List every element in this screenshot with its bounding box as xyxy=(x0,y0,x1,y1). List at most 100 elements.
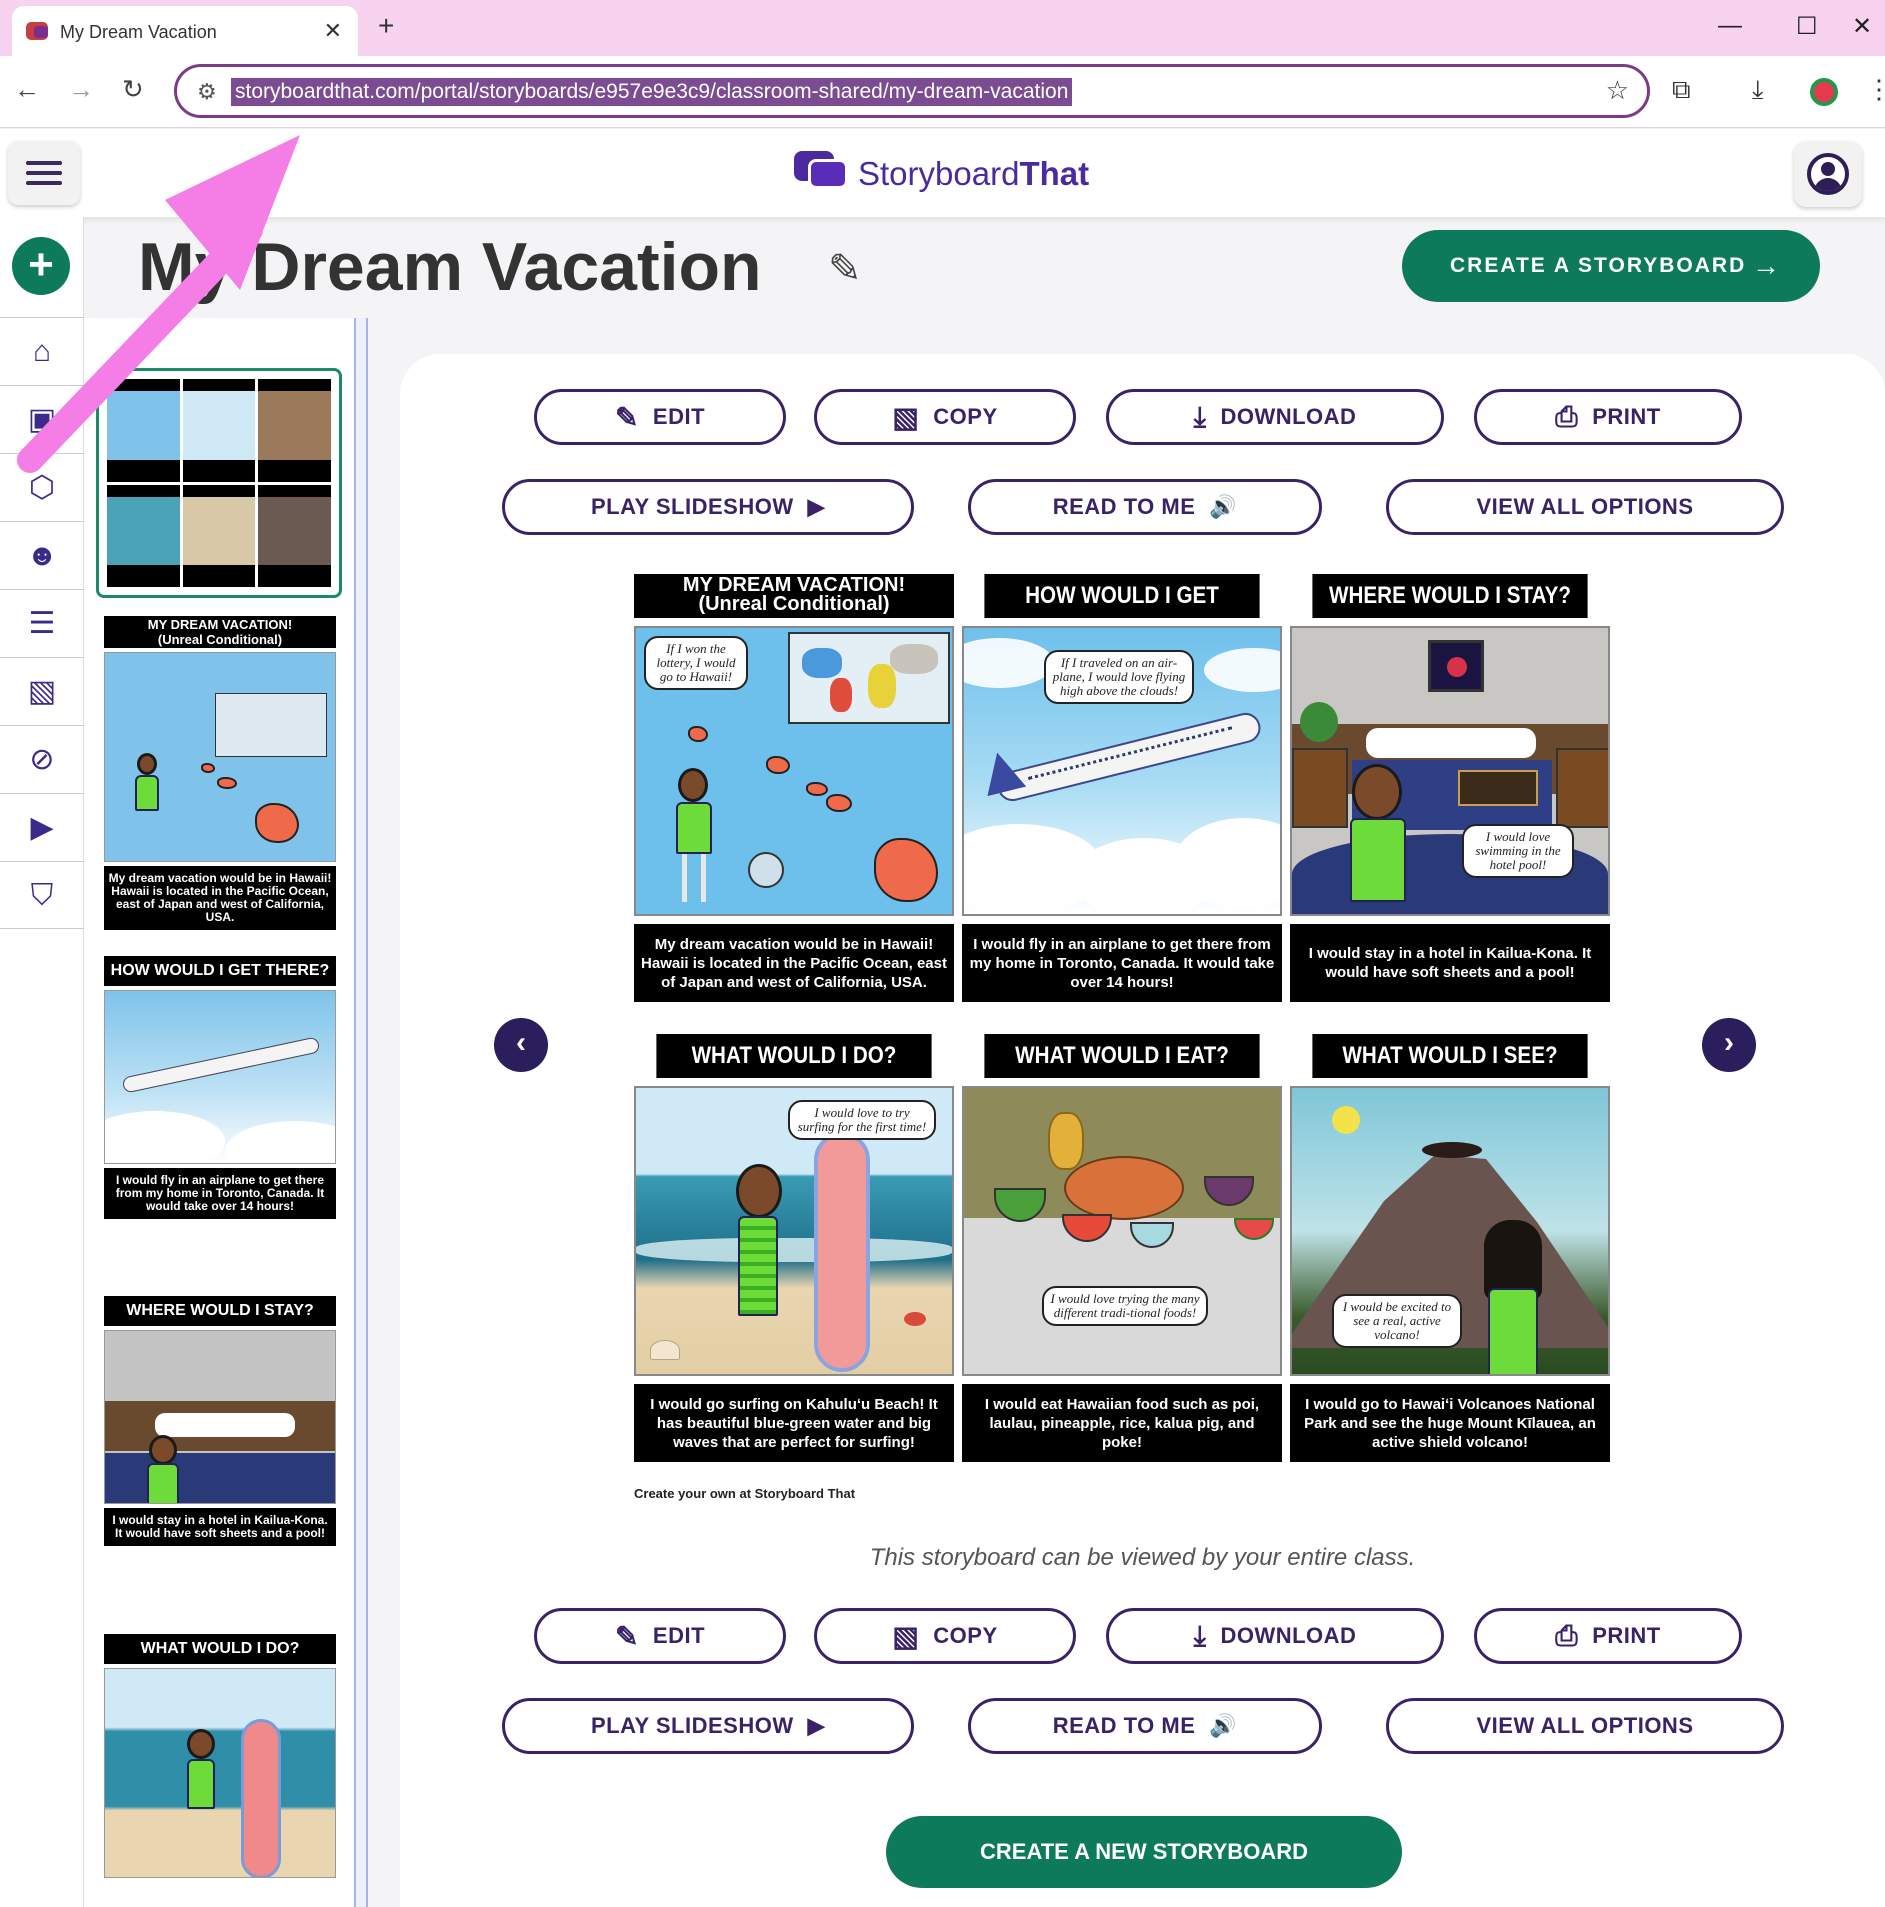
storyboard-cell-3[interactable]: WHERE WOULD I STAY? I would love swimmin… xyxy=(1290,574,1610,1002)
island-icon xyxy=(806,782,828,796)
extension-icon[interactable] xyxy=(1810,78,1838,106)
browser-tab[interactable]: My Dream Vacation ✕ xyxy=(12,6,358,56)
logo-bubbles-icon xyxy=(794,149,848,193)
thumbnail-image xyxy=(104,1330,336,1504)
reload-icon[interactable]: ↻ xyxy=(122,74,144,105)
edit-button[interactable]: ✎ EDIT xyxy=(534,389,786,445)
user-avatar-button[interactable] xyxy=(1794,141,1862,207)
browser-tab-bar: My Dream Vacation ✕ + — ☐ ✕ xyxy=(0,0,1885,56)
video-play-icon[interactable]: ▶ xyxy=(0,793,84,861)
nightstand xyxy=(1292,748,1348,828)
thumbnail-cell-3[interactable]: WHERE WOULD I STAY? I would stay in a ho… xyxy=(104,1296,336,1546)
document-icon[interactable]: ☰ xyxy=(0,589,84,657)
storyboard-cell-6[interactable]: WHAT WOULD I SEE? I would be excited to … xyxy=(1290,1034,1610,1462)
forward-arrow-icon[interactable]: → xyxy=(68,74,94,105)
address-url[interactable]: storyboardthat.com/portal/storyboards/e9… xyxy=(231,78,1073,106)
island-icon xyxy=(766,756,790,774)
tab-title: My Dream Vacation xyxy=(60,22,217,42)
new-tab-button[interactable]: + xyxy=(378,10,394,42)
app-header: StoryboardThat xyxy=(0,129,1885,217)
cell-caption: I would eat Hawaiian food such as poi, l… xyxy=(962,1384,1282,1462)
bookmark-star-icon[interactable]: ☆ xyxy=(1606,75,1629,106)
cell-image: If I won the lottery, I would go to Hawa… xyxy=(634,626,954,916)
create-a-storyboard-button[interactable]: CREATE A STORYBOARD → xyxy=(1402,230,1820,302)
thumbnail-cell-1[interactable]: MY DREAM VACATION! (Unreal Conditional) M… xyxy=(104,616,336,930)
download-icon: ⤓ xyxy=(1193,400,1207,432)
print-button[interactable]: ⎙ PRINT xyxy=(1474,389,1742,445)
cast-icon[interactable]: ⧉ xyxy=(1672,74,1691,106)
assignments-cube-icon[interactable]: ⬡ xyxy=(0,453,84,521)
next-arrow-button[interactable]: › xyxy=(1702,1018,1756,1072)
shield-check-icon[interactable]: ⛉ xyxy=(0,861,84,929)
cell-caption: I would go surfing on Kahuluʻu Beach! It… xyxy=(634,1384,954,1462)
page-title: My Dream Vacation xyxy=(138,229,762,305)
play-slideshow-button[interactable]: PLAY SLIDESHOW ▶ xyxy=(502,479,914,535)
play-slideshow-button-bottom[interactable]: PLAY SLIDESHOW ▶ xyxy=(502,1698,914,1754)
seashell-icon xyxy=(650,1340,680,1360)
play-icon: ▶ xyxy=(807,1713,825,1738)
read-to-me-button[interactable]: READ TO ME 🔊 xyxy=(968,479,1322,535)
copy-button[interactable]: ▧ COPY xyxy=(814,389,1076,445)
storyboard-cell-1[interactable]: MY DREAM VACATION! (Unreal Conditional) I… xyxy=(634,574,954,1002)
printer-icon: ⎙ xyxy=(1555,400,1579,432)
volcano-crater xyxy=(1422,1142,1482,1158)
tab-close-icon[interactable]: ✕ xyxy=(324,18,342,44)
back-arrow-icon[interactable]: ← xyxy=(14,74,40,105)
girl-body xyxy=(1350,818,1406,902)
mini-cell xyxy=(258,484,331,587)
minimize-icon[interactable]: — xyxy=(1718,12,1742,40)
create-new-storyboard-button[interactable]: CREATE A NEW STORYBOARD xyxy=(886,1816,1402,1888)
cell-image: I would love swimming in the hotel pool! xyxy=(1290,626,1610,916)
mini-cell xyxy=(182,379,256,482)
thumbnail-cell-4[interactable]: WHAT WOULD I DO? xyxy=(104,1634,336,1878)
cell-title: MY DREAM VACATION! (Unreal Conditional) xyxy=(634,574,954,618)
storyboard-cell-4[interactable]: WHAT WOULD I DO? I would love to try sur… xyxy=(634,1034,954,1462)
window-close-icon[interactable]: ✕ xyxy=(1852,12,1872,41)
read-to-me-button-bottom[interactable]: READ TO ME 🔊 xyxy=(968,1698,1322,1754)
speech-bubble: If I traveled on an air-plane, I would l… xyxy=(1044,650,1194,704)
world-map-icon xyxy=(788,632,950,724)
pineapple-icon xyxy=(1048,1112,1084,1170)
view-all-options-button-bottom[interactable]: VIEW ALL OPTIONS xyxy=(1386,1698,1784,1754)
edit-title-pencil-icon[interactable]: ✎ xyxy=(828,246,862,292)
storyboard-cell-2[interactable]: HOW WOULD I GET THERE? If I traveled on … xyxy=(962,574,1282,1002)
nightstand xyxy=(1556,748,1608,828)
salad-bowl-icon xyxy=(994,1188,1046,1222)
logo-text: StoryboardThat xyxy=(858,155,1090,192)
edit-button-bottom[interactable]: ✎ EDIT xyxy=(534,1608,786,1664)
students-group-icon[interactable]: ☻ xyxy=(0,521,84,589)
storyboard-overview-thumbnail[interactable] xyxy=(96,368,342,598)
user-avatar-icon xyxy=(1807,153,1849,195)
hamburger-menu-button[interactable] xyxy=(8,141,80,205)
thumbnail-caption: My dream vacation would be in Hawaii! Ha… xyxy=(104,866,336,930)
previous-arrow-button[interactable]: ‹ xyxy=(494,1018,548,1072)
maximize-icon[interactable]: ☐ xyxy=(1796,12,1818,41)
surfboard-icon xyxy=(814,1132,870,1372)
thumbnail-divider[interactable] xyxy=(354,318,368,1907)
print-button-bottom[interactable]: ⎙ PRINT xyxy=(1474,1608,1742,1664)
thumbnail-cell-2[interactable]: HOW WOULD I GET THERE? I would fly in an… xyxy=(104,956,336,1219)
cell-title: WHAT WOULD I SEE? xyxy=(1312,1034,1588,1078)
girl-head xyxy=(736,1164,782,1218)
site-settings-icon[interactable]: ⚙ xyxy=(197,79,217,105)
world-map-icon xyxy=(215,693,327,757)
view-all-options-button[interactable]: VIEW ALL OPTIONS xyxy=(1386,479,1784,535)
girl-body xyxy=(1488,1288,1538,1374)
storyboards-icon[interactable]: ▣ xyxy=(0,385,84,453)
storyboard-cell-5[interactable]: WHAT WOULD I EAT? I would love trying th… xyxy=(962,1034,1282,1462)
cell-image: I would love trying the many different t… xyxy=(962,1086,1282,1376)
browser-menu-icon[interactable]: ⋮ xyxy=(1866,74,1885,105)
compass-icon[interactable]: ⊘ xyxy=(0,725,84,793)
image-gallery-icon[interactable]: ▧ xyxy=(0,657,84,725)
add-storyboard-button[interactable]: + xyxy=(12,237,70,295)
home-icon[interactable]: ⌂ xyxy=(0,317,84,385)
download-button-bottom[interactable]: ⤓ DOWNLOAD xyxy=(1106,1608,1444,1664)
roast-pig-icon xyxy=(1064,1156,1184,1220)
copy-button-bottom[interactable]: ▧ COPY xyxy=(814,1608,1076,1664)
downloads-icon[interactable]: ⤓ xyxy=(1752,74,1764,106)
mini-cell xyxy=(107,484,180,587)
download-button[interactable]: ⤓ DOWNLOAD xyxy=(1106,389,1444,445)
compass-rose-icon xyxy=(748,852,784,888)
thumbnail-caption: I would stay in a hotel in Kailua-Kona. … xyxy=(104,1508,336,1546)
address-bar[interactable]: ⚙ storyboardthat.com/portal/storyboards/… xyxy=(174,64,1650,118)
